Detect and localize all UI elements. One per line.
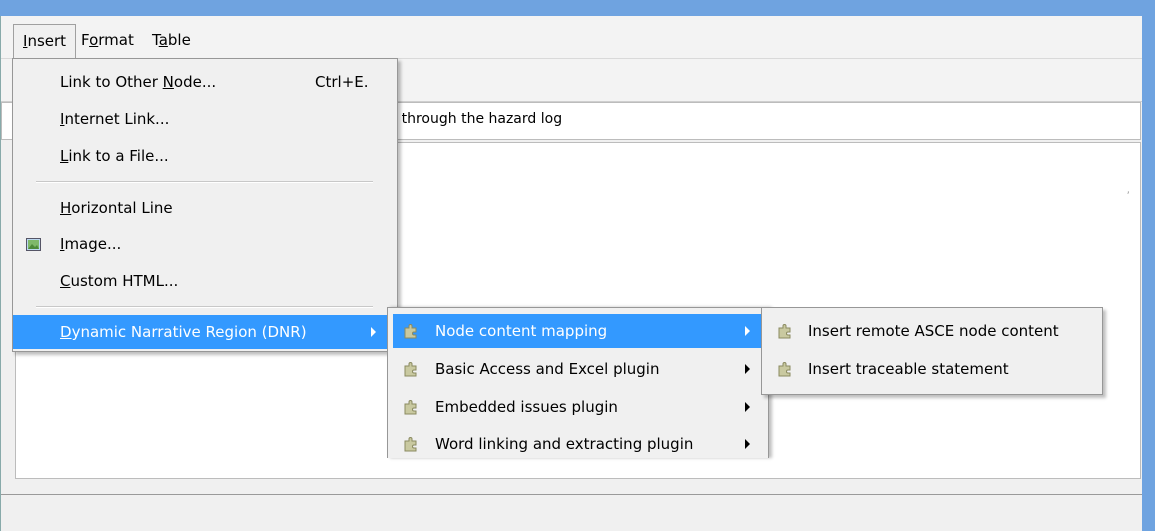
menu-item-dnr[interactable]: Dynamic Narrative Region (DNR)	[13, 315, 397, 349]
submenu-arrow-icon	[745, 439, 750, 449]
menu-item-label: Link to Other Node...	[60, 65, 216, 99]
submenu-arrow-icon	[745, 364, 750, 374]
submenu-item-insert-traceable-statement[interactable]: Insert traceable statement	[767, 352, 1097, 386]
menu-separator	[36, 181, 373, 183]
label-accel: C	[60, 272, 71, 290]
menu-item-horizontal-line[interactable]: Horizontal Line	[13, 191, 397, 225]
menu-item-label: Link to a File...	[60, 139, 169, 173]
submenu-arrow-icon	[745, 326, 750, 336]
menu-format-f: F	[81, 31, 90, 49]
label-post: nternet Link...	[64, 110, 170, 128]
menu-format[interactable]: Format	[75, 29, 140, 51]
label-post: orizontal Line	[71, 199, 173, 217]
submenu-item-label: Embedded issues plugin	[435, 398, 618, 416]
label-post: mage...	[64, 235, 122, 253]
menu-item-label: Dynamic Narrative Region (DNR)	[60, 315, 307, 349]
label-accel: D	[60, 323, 72, 341]
label-post: ink to a File...	[68, 147, 169, 165]
menu-item-internet-link[interactable]: Internet Link...	[13, 102, 397, 136]
puzzle-plugin-icon	[778, 362, 791, 377]
submenu-item-label: Word linking and extracting plugin	[435, 435, 694, 453]
label-accel: H	[60, 199, 72, 217]
menu-table-t: T	[152, 31, 159, 49]
puzzle-plugin-icon	[404, 362, 417, 377]
submenu-item-node-content-mapping[interactable]: Node content mapping	[393, 314, 762, 348]
label-post: ustom HTML...	[70, 272, 179, 290]
submenu-item-label: Node content mapping	[435, 322, 608, 340]
menu-table[interactable]: Table	[146, 29, 197, 51]
menu-item-link-to-file[interactable]: Link to a File...	[13, 139, 397, 173]
menu-separator	[36, 306, 373, 308]
dnr-submenu: Node content mapping Basic Access and Ex…	[387, 307, 769, 458]
status-divider	[1, 494, 1142, 495]
submenu-item-label: Insert traceable statement	[808, 360, 1009, 378]
image-icon	[26, 238, 41, 251]
menu-item-image[interactable]: Image...	[13, 227, 397, 261]
submenu-arrow-icon	[745, 402, 750, 412]
mapping-submenu: Insert remote ASCE node content Insert t…	[761, 307, 1103, 395]
label-post: ynamic Narrative Region (DNR)	[71, 323, 307, 341]
menu-item-label: Horizontal Line	[60, 191, 173, 225]
status-bar	[1, 496, 1142, 531]
insert-menu: Link to Other Node... Ctrl+E. Internet L…	[12, 58, 398, 352]
submenu-item-word-linking[interactable]: Word linking and extracting plugin	[393, 427, 762, 461]
puzzle-plugin-icon	[404, 437, 417, 452]
label-accel: N	[162, 73, 174, 91]
submenu-arrow-icon	[371, 327, 376, 337]
menu-format-label-rest: rmat	[98, 31, 134, 49]
submenu-item-label: Insert remote ASCE node content	[808, 322, 1059, 340]
puzzle-plugin-icon	[778, 324, 791, 339]
scroll-indicator: ‚	[1126, 183, 1131, 196]
shortcut-text: Ctrl+E.	[315, 73, 369, 91]
puzzle-plugin-icon	[404, 400, 417, 415]
menu-item-link-to-other-node[interactable]: Link to Other Node... Ctrl+E.	[13, 65, 397, 99]
submenu-item-label: Basic Access and Excel plugin	[435, 360, 660, 378]
menu-item-label: Internet Link...	[60, 102, 169, 136]
menu-insert[interactable]: Insert	[13, 24, 77, 59]
puzzle-plugin-icon	[404, 324, 417, 339]
menu-table-label-rest: ble	[167, 31, 191, 49]
menu-item-label: Image...	[60, 227, 121, 261]
submenu-item-basic-access-excel[interactable]: Basic Access and Excel plugin	[393, 352, 762, 386]
menu-insert-label-rest: nsert	[27, 32, 67, 50]
menu-bar: Insert Format Table	[1, 16, 1142, 59]
label-pre: Link to Other	[60, 73, 163, 91]
submenu-item-insert-remote-asce[interactable]: Insert remote ASCE node content	[767, 314, 1097, 348]
submenu-item-embedded-issues[interactable]: Embedded issues plugin	[393, 390, 762, 424]
title-text-value: ly through the hazard log	[385, 111, 563, 127]
menu-item-custom-html[interactable]: Custom HTML...	[13, 264, 397, 298]
label-post: ode...	[173, 73, 217, 91]
menu-item-label: Custom HTML...	[60, 264, 178, 298]
